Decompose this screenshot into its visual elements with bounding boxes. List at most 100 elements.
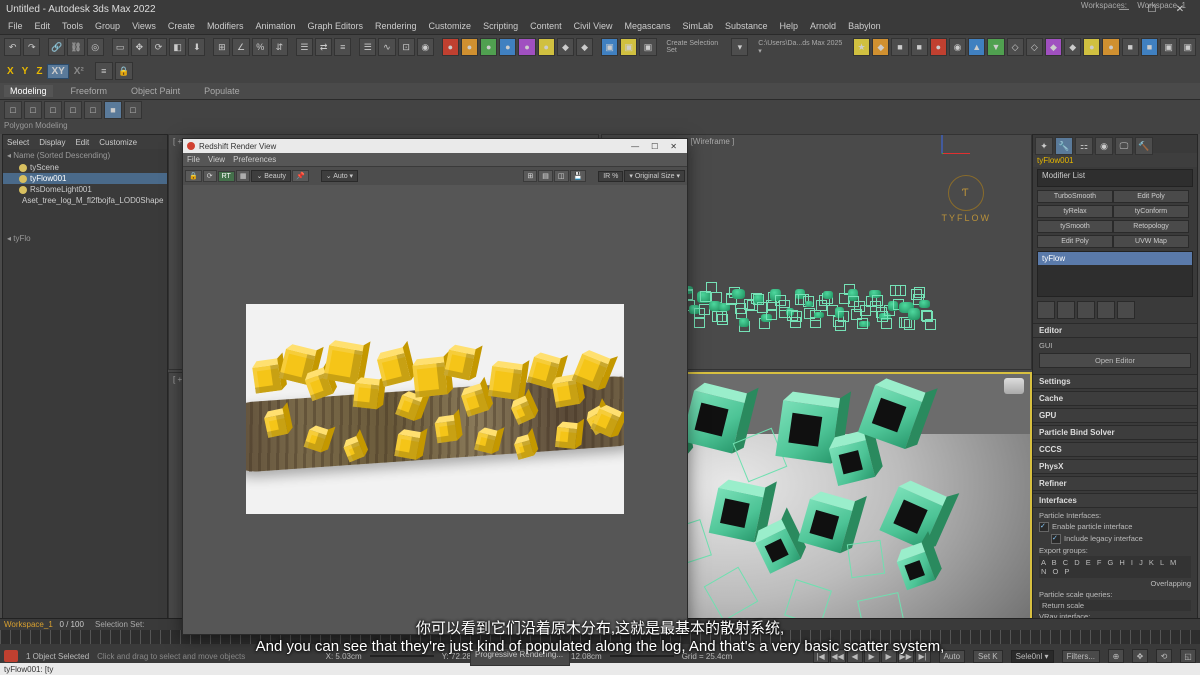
sel-lock-icon[interactable]: 🔒 [115,62,133,80]
maxscript-listener[interactable]: tyFlow001: [ty [0,663,1200,675]
coord-x-input[interactable] [370,655,434,657]
rv-min-button[interactable]: — [625,142,645,151]
axis-gizmo[interactable] [942,153,943,154]
ext-m-icon[interactable]: ● [1083,38,1100,56]
snap-b-icon[interactable]: ▤ [538,170,553,182]
key-filter-dropdown[interactable]: Sele0nl ▾ [1011,650,1054,663]
nav-a-icon[interactable]: ⊕ [1108,649,1124,663]
menu-megascans[interactable]: Megascans [620,20,674,32]
sub-e-icon[interactable]: □ [84,101,102,119]
auto-key-button[interactable]: Auto [939,650,965,663]
rv-close-button[interactable]: ✕ [664,142,683,151]
ribbon-tab-objectpaint[interactable]: Object Paint [125,85,186,97]
unique-icon[interactable] [1077,301,1095,319]
motion-tab-icon[interactable]: ◉ [1095,137,1113,155]
menu-group[interactable]: Group [91,20,124,32]
workspace-value[interactable]: Workspace_1 [1133,0,1190,11]
modifier-stack[interactable]: tyFlow [1037,251,1193,297]
teapot-icon[interactable] [1004,378,1024,394]
menu-babylon[interactable]: Babylon [844,20,885,32]
undo-icon[interactable]: ↶ [4,38,21,56]
next-frame-icon[interactable]: ▶▶ [898,649,914,663]
ext-d-icon[interactable]: ■ [911,38,928,56]
mat-ed-icon[interactable]: ◉ [417,38,434,56]
menu-customize[interactable]: Customize [425,20,476,32]
scale-query-dropdown[interactable]: Return scale [1039,600,1191,611]
align-icon[interactable]: ≡ [334,38,351,56]
rollout-refiner[interactable]: Refiner [1033,476,1197,491]
rollout-physx[interactable]: PhysX [1033,459,1197,474]
sub-c-icon[interactable]: □ [44,101,62,119]
ribbon-tab-populate[interactable]: Populate [198,85,246,97]
menu-simlab[interactable]: SimLab [678,20,717,32]
menu-create[interactable]: Create [164,20,199,32]
render-frame-icon[interactable]: ● [461,38,478,56]
bucket-icon[interactable]: ▦ [236,170,251,182]
ext-p-icon[interactable]: ■ [1141,38,1158,56]
export-groups[interactable]: A B C D E F G H I J K L M N O P [1039,556,1191,578]
render-setup-icon[interactable]: ● [442,38,459,56]
place-icon[interactable]: ⬇ [188,38,205,56]
mirror-icon[interactable]: ⇄ [315,38,332,56]
schematic-icon[interactable]: ⊡ [398,38,415,56]
stack-item[interactable]: tyFlow [1038,252,1192,265]
remove-icon[interactable] [1097,301,1115,319]
ext-h-icon[interactable]: ▼ [987,38,1004,56]
workspace-chip[interactable]: Workspace_1 [4,620,53,629]
unlink-icon[interactable]: ⛓ [67,38,84,56]
ext-a-icon[interactable]: ★ [853,38,870,56]
nav-c-icon[interactable]: ⟲ [1156,649,1172,663]
script-rec-icon[interactable] [4,650,18,662]
menu-help[interactable]: Help [776,20,803,32]
utilities-tab-icon[interactable]: 🔨 [1135,137,1153,155]
next-key-icon[interactable]: ▶ [881,649,897,663]
goto-end-icon[interactable]: ▶| [915,649,931,663]
tool-e-icon[interactable]: ▣ [639,38,656,56]
sub-g-icon[interactable]: □ [124,101,142,119]
render-view-titlebar[interactable]: Redshift Render View — ☐ ✕ [183,139,687,153]
menu-content[interactable]: Content [526,20,566,32]
render-canvas[interactable] [183,185,687,633]
preset-icon[interactable]: ● [518,38,535,56]
aov-dropdown[interactable]: ⌄ Beauty [251,170,291,182]
ext-j-icon[interactable]: ◇ [1026,38,1043,56]
rotate-icon[interactable]: ⟳ [150,38,167,56]
layer-icon[interactable]: ☰ [359,38,376,56]
explorer-sort[interactable]: ◂ Name (Sorted Descending) [3,149,167,162]
axis-constraint[interactable]: XYZ XY X² [4,64,87,79]
rollout-pbsolver[interactable]: Particle Bind Solver [1033,425,1197,440]
ext-r-icon[interactable]: ▣ [1179,38,1196,56]
explorer-item[interactable]: tyScene [3,162,167,173]
sel-set-icon[interactable]: ▾ [731,38,748,56]
ext-q-icon[interactable]: ▣ [1160,38,1177,56]
explorer-item[interactable]: Aset_tree_log_M_fl2fbojfa_LOD0Shape [3,195,167,206]
pin-stack-icon[interactable] [1037,301,1055,319]
ribbon-tab-freeform[interactable]: Freeform [65,85,114,97]
lock-icon[interactable]: 🔒 [185,170,202,182]
scale-icon[interactable]: ◧ [169,38,186,56]
size-dropdown[interactable]: ▾ Original Size ▾ [624,170,685,182]
nav-b-icon[interactable]: ✥ [1132,649,1148,663]
menu-tools[interactable]: Tools [58,20,87,32]
angle-snap-icon[interactable]: ∠ [232,38,249,56]
save-icon[interactable]: 💾 [570,170,587,182]
menu-civilview[interactable]: Civil View [570,20,617,32]
rollout-cache[interactable]: Cache [1033,391,1197,406]
rollout-settings[interactable]: Settings [1033,374,1197,389]
refresh-icon[interactable]: ⟳ [203,170,217,182]
iso-icon[interactable]: ≡ [95,62,113,80]
play-icon[interactable]: ▶ [864,649,880,663]
tool-b-icon[interactable]: ◆ [576,38,593,56]
goto-start-icon[interactable]: |◀ [813,649,829,663]
ext-n-icon[interactable]: ● [1102,38,1119,56]
create-tab-icon[interactable]: ✦ [1035,137,1053,155]
config-icon[interactable] [1117,301,1135,319]
modify-tab-icon[interactable]: 🔧 [1055,137,1073,155]
tool-d-icon[interactable]: ▣ [620,38,637,56]
visibility-icon[interactable] [19,175,27,183]
ext-f-icon[interactable]: ◉ [949,38,966,56]
menu-animation[interactable]: Animation [251,20,299,32]
redo-icon[interactable]: ↷ [23,38,40,56]
select-icon[interactable]: ▭ [112,38,129,56]
sub-b-icon[interactable]: □ [24,101,42,119]
